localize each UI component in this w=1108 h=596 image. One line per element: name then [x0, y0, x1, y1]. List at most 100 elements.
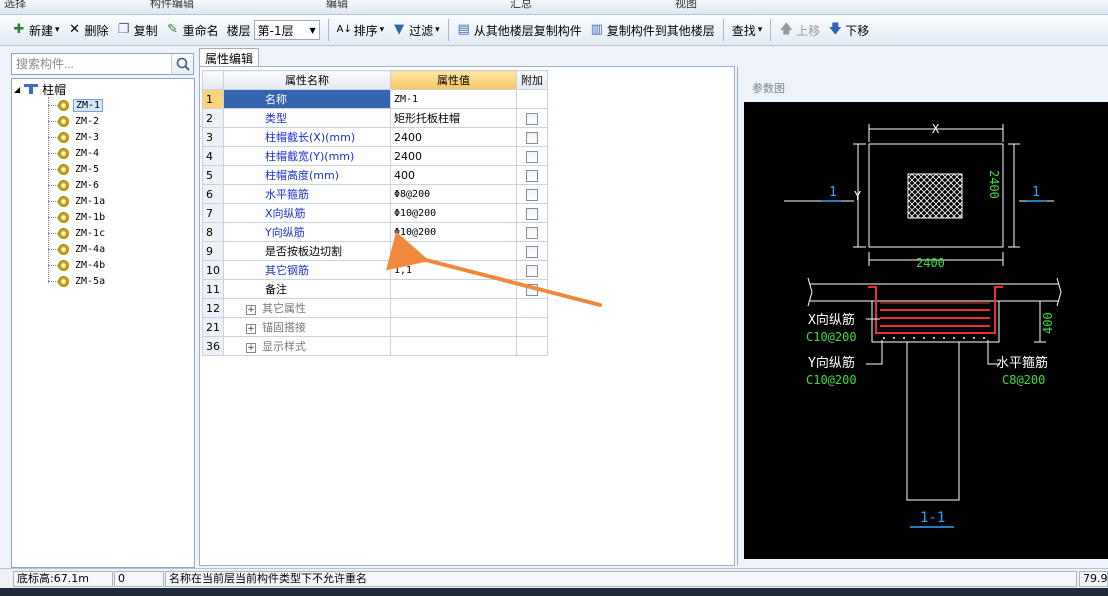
- column-header-value[interactable]: 属性值: [390, 70, 517, 90]
- tree-item[interactable]: ZM-4b: [58, 257, 107, 273]
- tree-item[interactable]: ZM-3: [58, 129, 101, 145]
- toolbar-divider: [447, 19, 449, 41]
- sort-button[interactable]: A↓ 排序: [333, 18, 389, 42]
- find-button[interactable]: 查找: [728, 18, 767, 42]
- extra-cell: [516, 184, 548, 204]
- property-value[interactable]: 是: [390, 241, 517, 261]
- ribbon-tab-component-edit[interactable]: 构件编辑: [150, 0, 194, 11]
- extra-checkbox[interactable]: [526, 188, 538, 201]
- tree-item[interactable]: ZM-4a: [58, 241, 107, 257]
- table-row[interactable]: 6 水平箍筋 Φ8@200: [202, 184, 548, 204]
- ribbon-tab-view[interactable]: 视图: [675, 0, 697, 11]
- expand-icon[interactable]: +: [246, 305, 256, 315]
- extra-checkbox[interactable]: [526, 112, 538, 125]
- table-row[interactable]: 2 类型 矩形托板柱帽: [202, 108, 548, 128]
- property-name-label: 是否按板边切割: [265, 245, 342, 258]
- tree-item[interactable]: ZM-6: [58, 177, 101, 193]
- tree-item[interactable]: ZM-2: [58, 113, 101, 129]
- tree-guide: [48, 233, 58, 234]
- tree-guide: [48, 105, 58, 106]
- table-row[interactable]: 5 柱帽高度(mm) 400: [202, 165, 548, 185]
- copy-from-floor-button[interactable]: ▤ 从其他楼层复制构件: [453, 18, 586, 42]
- property-name-label: 锚固搭接: [262, 321, 306, 334]
- extra-checkbox[interactable]: [526, 131, 538, 144]
- property-value[interactable]: Φ10@200: [390, 203, 517, 223]
- section-mark-right: 1: [1032, 185, 1040, 200]
- tree-item-label: ZM-4: [75, 147, 100, 159]
- table-row[interactable]: 4 柱帽截宽(Y)(mm) 2400: [202, 146, 548, 166]
- tree-guide: [48, 185, 58, 186]
- table-row[interactable]: 36 + 显示样式: [202, 336, 548, 356]
- tree-item-label: ZM-1c: [75, 227, 106, 239]
- extra-cell: [516, 146, 548, 166]
- table-row[interactable]: 3 柱帽截长(X)(mm) 2400: [202, 127, 548, 147]
- property-name-label: 显示样式: [262, 340, 306, 353]
- tree-root[interactable]: ◢ 柱帽: [14, 81, 66, 97]
- search-button[interactable]: [171, 54, 193, 74]
- table-row[interactable]: 10 其它钢筋 1,1: [202, 260, 548, 280]
- table-row[interactable]: 8 Y向纵筋 Φ10@200: [202, 222, 548, 242]
- ribbon-tab-summary[interactable]: 汇总: [510, 0, 532, 11]
- extra-checkbox[interactable]: [526, 264, 538, 277]
- table-row[interactable]: 1 名称 ZM-1: [202, 89, 548, 109]
- expand-icon[interactable]: +: [246, 324, 256, 334]
- tree-guide: [48, 249, 58, 250]
- extra-checkbox[interactable]: [526, 169, 538, 182]
- collapse-icon[interactable]: ◢: [14, 85, 20, 94]
- table-row[interactable]: 11 备注: [202, 279, 548, 299]
- tree-item[interactable]: ZM-1b: [58, 209, 107, 225]
- status-elevation: 底标高:67.1m: [13, 571, 113, 587]
- property-value[interactable]: 1,1: [390, 260, 517, 280]
- extra-checkbox[interactable]: [526, 207, 538, 220]
- tree-item[interactable]: ZM-1: [58, 97, 104, 113]
- property-value[interactable]: 矩形托板柱帽: [390, 108, 517, 128]
- floor-select[interactable]: 第-1层 ▼: [253, 20, 320, 40]
- search-input[interactable]: [12, 54, 170, 74]
- filter-button[interactable]: ▼ 过滤: [388, 18, 444, 42]
- property-value[interactable]: Φ10@200: [390, 222, 517, 242]
- tree-item[interactable]: ZM-1c: [58, 225, 107, 241]
- tree-item[interactable]: ZM-5: [58, 161, 101, 177]
- toolbar-divider: [722, 19, 724, 41]
- column-header-name[interactable]: 属性名称: [223, 70, 391, 90]
- column-header-extra[interactable]: 附加: [516, 70, 548, 90]
- extra-checkbox[interactable]: [526, 245, 538, 258]
- gear-icon: [58, 179, 69, 191]
- ribbon-tab-select[interactable]: 选择: [4, 0, 26, 11]
- table-row[interactable]: 21 + 锚固搭接: [202, 317, 548, 337]
- property-value[interactable]: 2400: [390, 127, 517, 147]
- taskbar: [0, 588, 1108, 596]
- extra-checkbox[interactable]: [526, 283, 538, 296]
- rename-icon: ✎: [167, 22, 179, 37]
- rename-button[interactable]: ✎ 重命名: [162, 18, 223, 42]
- move-down-button[interactable]: 🡇 下移: [824, 18, 873, 42]
- property-value[interactable]: 400: [390, 165, 517, 185]
- tree-item[interactable]: ZM-4: [58, 145, 101, 161]
- tree-item-label: ZM-4b: [75, 259, 106, 271]
- delete-button[interactable]: ✕ 删除: [64, 18, 113, 42]
- property-value[interactable]: Φ8@200: [390, 184, 517, 204]
- table-row[interactable]: 9 是否按板边切割 是: [202, 241, 548, 261]
- move-up-button[interactable]: 🡅 上移: [775, 18, 824, 42]
- property-name: 柱帽高度(mm): [223, 165, 391, 185]
- tree-item[interactable]: ZM-5a: [58, 273, 107, 289]
- copy-button[interactable]: ❐ 复制: [113, 18, 162, 42]
- property-value[interactable]: 2400: [390, 146, 517, 166]
- extra-cell: [516, 222, 548, 242]
- ribbon-tab-edit[interactable]: 编辑: [326, 0, 348, 11]
- extra-checkbox[interactable]: [526, 150, 538, 163]
- copy-to-floor-button[interactable]: ▥ 复制构件到其他楼层: [586, 18, 719, 42]
- gear-icon: [58, 115, 69, 127]
- tab-property-editor[interactable]: 属性编辑: [199, 48, 259, 67]
- extra-checkbox[interactable]: [526, 226, 538, 239]
- table-row[interactable]: 12 + 其它属性: [202, 298, 548, 318]
- expand-icon[interactable]: +: [246, 343, 256, 353]
- property-value[interactable]: [390, 279, 517, 299]
- property-value[interactable]: ZM-1: [390, 89, 517, 109]
- tree-item[interactable]: ZM-1a: [58, 193, 107, 209]
- new-button[interactable]: ✚ 新建: [8, 18, 64, 42]
- table-row[interactable]: 7 X向纵筋 Φ10@200: [202, 203, 548, 223]
- row-number: 6: [202, 184, 224, 204]
- property-name: 备注: [223, 279, 391, 299]
- extra-cell: [516, 108, 548, 128]
